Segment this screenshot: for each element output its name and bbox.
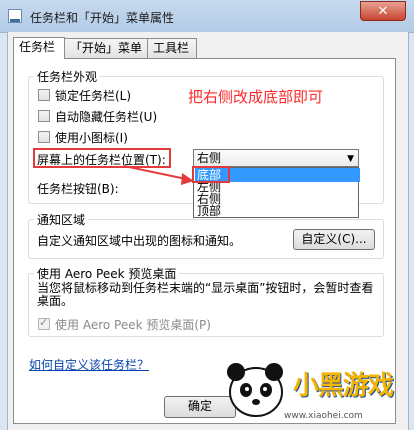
- customize-button[interactable]: 自定义(C)...: [293, 229, 375, 250]
- lock-taskbar-label: 锁定任务栏(L): [55, 89, 132, 103]
- tab-start-menu[interactable]: 「开始」菜单: [64, 38, 148, 58]
- red-arrow-icon: [123, 165, 194, 185]
- taskbar-properties-icon: [8, 9, 22, 23]
- checkmark-icon: ✓: [39, 316, 49, 329]
- annotation-note: 把右侧改成底部即可: [188, 88, 324, 106]
- small-icons-checkbox[interactable]: [38, 131, 50, 143]
- lock-taskbar-checkbox[interactable]: [38, 89, 50, 101]
- watermark-url: www.xiaohei.com: [284, 411, 363, 421]
- small-icons-label: 使用小图标(I): [55, 131, 128, 145]
- aero-peek-checkbox-label: 使用 Aero Peek 预览桌面(P): [55, 318, 211, 332]
- chevron-down-icon: ▼: [347, 154, 354, 164]
- aero-peek-legend: 使用 Aero Peek 预览桌面: [34, 265, 180, 282]
- notification-legend: 通知区域: [34, 211, 89, 228]
- auto-hide-checkbox[interactable]: [38, 110, 50, 122]
- window-title: 任务栏和「开始」菜单属性: [30, 11, 175, 25]
- close-button[interactable]: ✕: [360, 1, 406, 21]
- aero-peek-checkbox[interactable]: ✓: [38, 316, 50, 330]
- panda-logo-icon: [227, 363, 283, 417]
- watermark-brand: 小黑游戏: [293, 371, 394, 401]
- tab-taskbar[interactable]: 任务栏: [13, 37, 65, 59]
- help-link[interactable]: 如何自定义该任务栏？: [29, 356, 149, 373]
- position-select-value: 右侧: [197, 151, 222, 165]
- tab-toolbars[interactable]: 工具栏: [147, 38, 197, 58]
- position-option-top[interactable]: 顶部: [195, 204, 360, 218]
- aero-peek-description: 当您将鼠标移动到任务栏末端的“显示桌面”按钮时，会暂时查看桌面。: [37, 281, 374, 308]
- position-select[interactable]: 右侧 ▼: [193, 149, 359, 167]
- appearance-legend: 任务栏外观: [34, 68, 101, 85]
- notification-description: 自定义通知区域中出现的图标和通知。: [37, 234, 242, 248]
- taskbar-buttons-label: 任务栏按钮(B):: [37, 182, 119, 196]
- auto-hide-label: 自动隐藏任务栏(U): [55, 110, 158, 124]
- title-bar: 任务栏和「开始」菜单属性 ✕: [0, 0, 414, 33]
